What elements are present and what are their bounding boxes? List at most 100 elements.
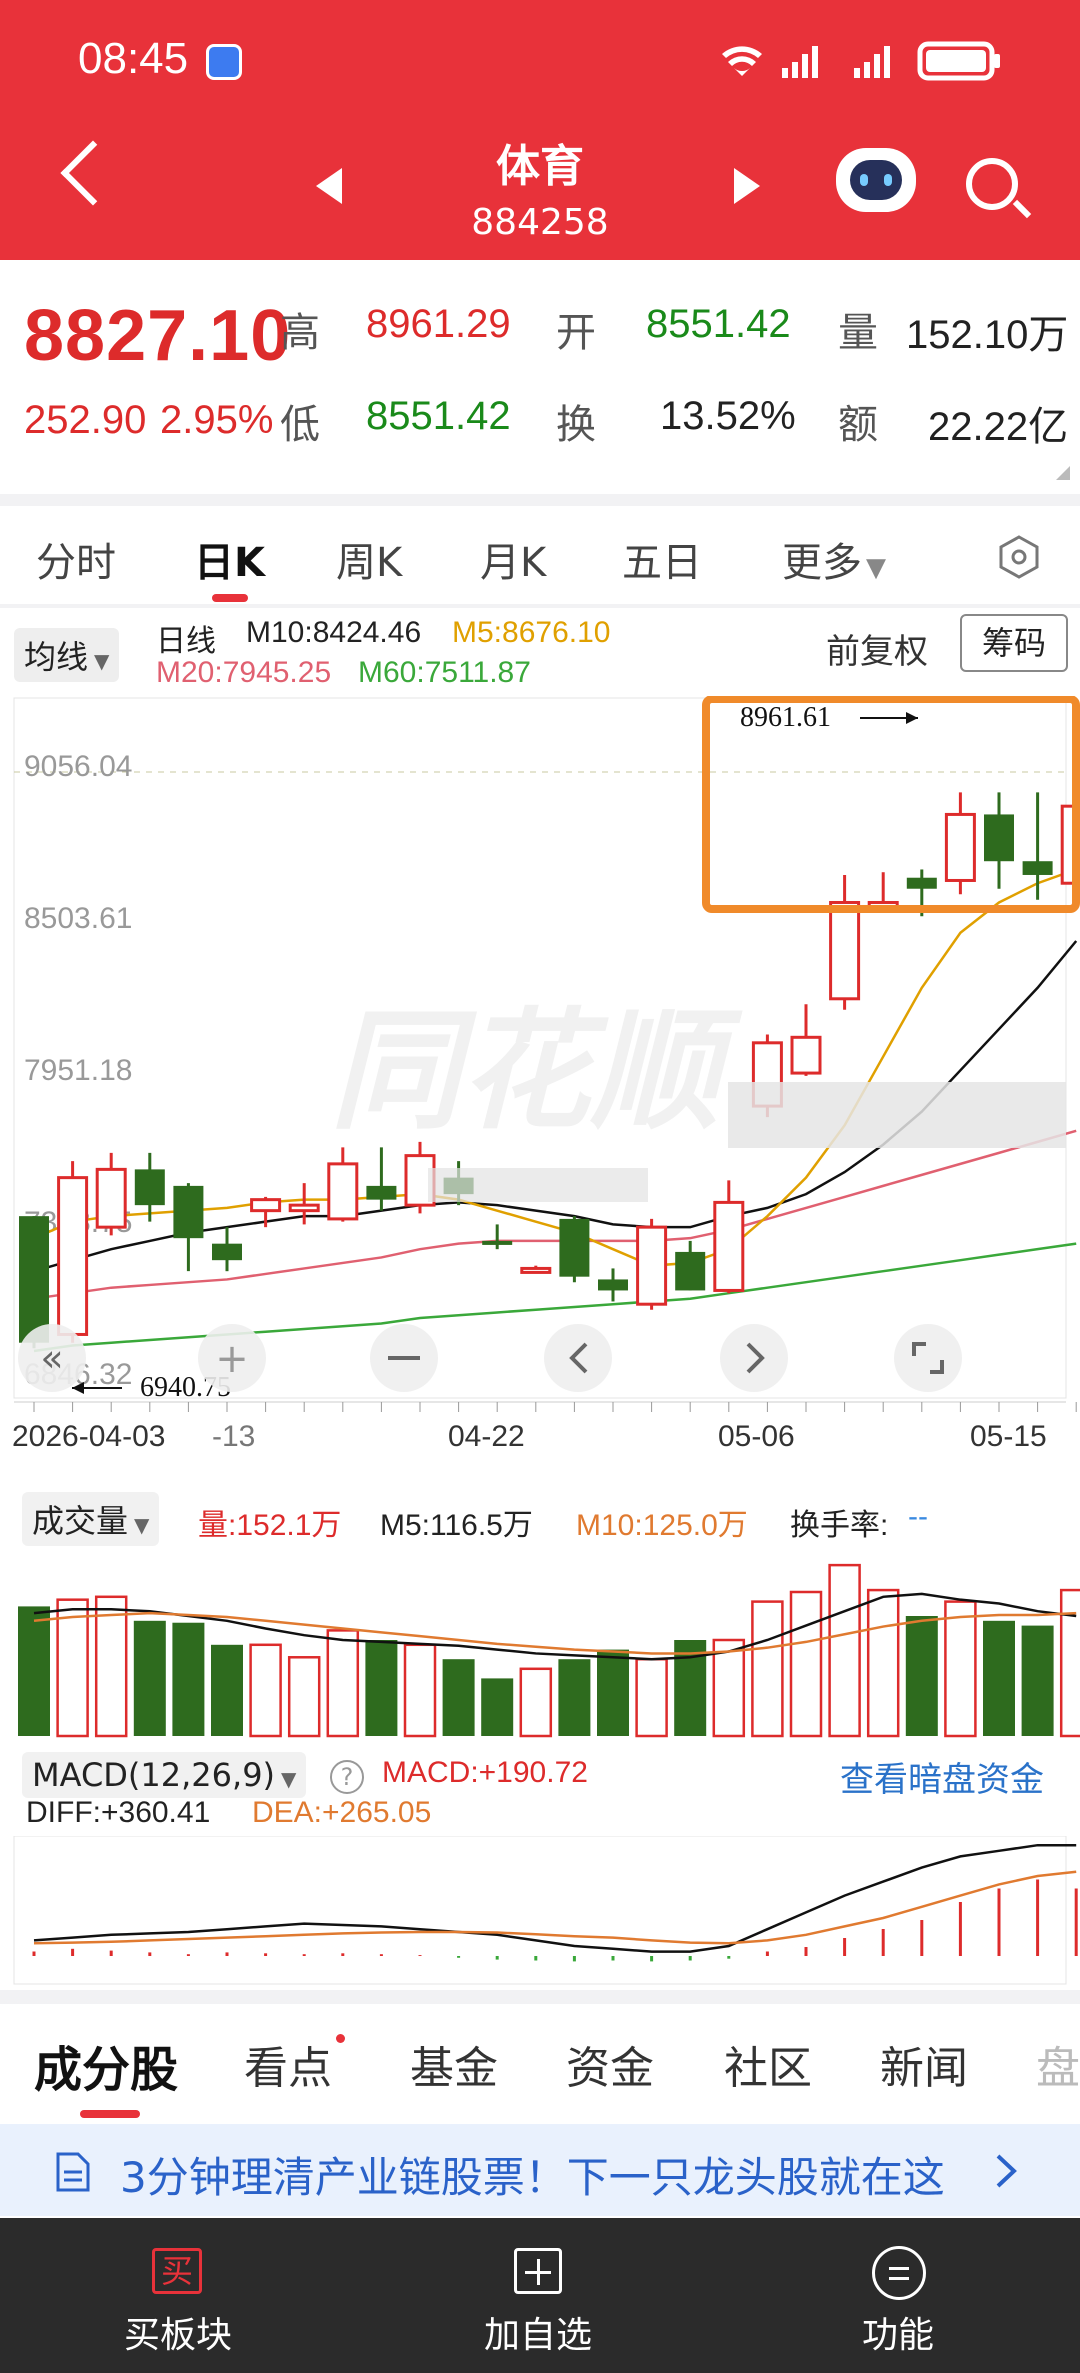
volume-today: 量:152.1万 <box>198 1509 342 1542</box>
low-label: 低 <box>280 402 320 448</box>
y-axis-label: 8503.61 <box>24 902 132 935</box>
watermark: 同花顺 <box>330 995 743 1147</box>
search-icon[interactable] <box>966 158 1018 210</box>
candle-body <box>713 1200 745 1292</box>
macd-chart[interactable] <box>0 1836 1080 1986</box>
volume-bar <box>442 1659 475 1736</box>
candle-body <box>520 1266 552 1274</box>
volume-select-label: 成交量 <box>32 1502 129 1540</box>
volume-bar <box>944 1600 977 1738</box>
volume-label: 量 <box>838 310 878 356</box>
candle-body <box>95 1167 127 1229</box>
candle-body <box>482 1240 513 1245</box>
candle-body <box>984 814 1014 862</box>
candle-body <box>829 900 861 1001</box>
high-label: 高 <box>280 310 320 356</box>
tab-capital[interactable]: 资金 <box>566 2032 654 2096</box>
volume-bar <box>712 1638 746 1738</box>
current-price: 8827.10 <box>24 296 292 376</box>
status-icons <box>722 41 1000 81</box>
chevron-right-icon <box>996 2154 1017 2188</box>
volume-bar <box>249 1643 282 1738</box>
add-watchlist-button[interactable]: 加自选 <box>484 2306 592 2358</box>
volume-bar <box>56 1598 89 1738</box>
chevron-down-icon: ▼ <box>134 1513 150 1537</box>
volume-bar <box>983 1620 1015 1736</box>
chevron-down-icon: ▼ <box>866 553 886 583</box>
candle-body <box>327 1162 359 1221</box>
expand-corner-icon[interactable] <box>1056 466 1070 480</box>
volume-bar <box>326 1629 360 1738</box>
candle-body <box>250 1198 282 1213</box>
dea-value: DEA:+265.05 <box>252 1796 432 1829</box>
scroll-left-button <box>544 1324 612 1392</box>
active-tab-indicator <box>212 594 248 602</box>
macd-value: MACD:+190.72 <box>382 1756 588 1789</box>
candle-body <box>598 1279 628 1291</box>
candle-body <box>906 877 937 889</box>
svg-text:«: « <box>40 1336 63 1380</box>
ma-select[interactable]: 均线 ▼ <box>14 628 120 682</box>
document-icon <box>56 2152 90 2192</box>
adjust-mode[interactable]: 前复权 <box>826 624 928 673</box>
tab-components[interactable]: 成分股 <box>34 2030 178 2100</box>
volume-bar <box>519 1667 553 1738</box>
tab-intraday[interactable]: 分时 <box>36 530 116 588</box>
volume-bar <box>94 1595 128 1738</box>
candle-body <box>57 1176 89 1336</box>
volume-chart[interactable] <box>0 1540 1080 1740</box>
header-bar: 08:45 体育 884258 <box>0 0 1080 260</box>
banner-text: 3分钟理清产业链股票！下一只龙头股就在这 <box>120 2153 945 2202</box>
tab-monthly-k[interactable]: 月K <box>480 530 546 588</box>
status-time: 08:45 <box>78 34 189 83</box>
function-button[interactable]: 功能 <box>862 2306 934 2358</box>
volume-value: 152.10万 <box>906 313 1069 357</box>
dark-pool-link[interactable]: 查看暗盘资金 <box>840 1752 1044 1801</box>
buy-sector-button[interactable]: 买板块 <box>124 2306 232 2358</box>
volume-bar <box>481 1678 514 1736</box>
page-title: 体育 <box>496 141 584 192</box>
help-icon[interactable]: ? <box>330 1760 364 1794</box>
scroll-right-button <box>720 1324 788 1392</box>
chips-button[interactable]: 筹码 <box>960 614 1068 672</box>
tab-more-label: 更多 <box>782 540 862 586</box>
tab-highlights[interactable]: 看点 <box>244 2032 332 2096</box>
tab-funds[interactable]: 基金 <box>410 2032 498 2096</box>
candle-body <box>212 1243 242 1261</box>
promo-banner[interactable]: 3分钟理清产业链股票！下一只龙头股就在这 <box>0 2124 1080 2216</box>
add-icon <box>514 2248 562 2294</box>
settings-hex-icon[interactable] <box>996 534 1042 580</box>
volume-bar <box>172 1622 205 1736</box>
volume-bar <box>597 1649 629 1736</box>
tab-more-partial[interactable]: 盘 <box>1036 2032 1080 2096</box>
high-marker: 8961.61 <box>740 702 831 733</box>
change-value: 252.90 <box>24 398 147 442</box>
tab-more[interactable]: 更多 ▼ <box>782 530 886 588</box>
tab-news[interactable]: 新闻 <box>880 2032 968 2096</box>
candle-body <box>944 812 976 882</box>
divider <box>0 494 1080 506</box>
volume-bar <box>365 1640 398 1736</box>
ma5-value: M5:8676.10 <box>452 616 611 649</box>
candle-body <box>288 1203 320 1213</box>
tab-daily-k[interactable]: 日K <box>194 530 265 588</box>
bottom-nav: 买 买板块 加自选 功能 <box>0 2218 1080 2373</box>
candle-body <box>19 1216 49 1343</box>
macd-select-label: MACD(12,26,9) <box>32 1756 276 1794</box>
candle-body <box>1022 861 1053 875</box>
next-sector-button[interactable] <box>734 168 760 204</box>
divider <box>0 604 1080 608</box>
fullscreen-button <box>894 1324 962 1392</box>
kline-chart[interactable]: 同花顺 9056.048503.617951.187398.756846.32 … <box>0 696 1080 1456</box>
amount-value: 22.22亿 <box>928 405 1069 449</box>
volume-select[interactable]: 成交量 ▼ <box>22 1492 160 1546</box>
tab-community[interactable]: 社区 <box>724 2032 812 2096</box>
turnover-rate-value: -- <box>908 1500 928 1533</box>
volume-bar <box>133 1620 166 1736</box>
svg-text:+: + <box>215 1336 249 1382</box>
tab-five-day[interactable]: 五日 <box>622 530 702 588</box>
robot-assistant-icon[interactable] <box>836 148 916 212</box>
macd-select[interactable]: MACD(12,26,9) ▼ <box>22 1752 307 1798</box>
turnover-value: 13.52% <box>660 394 796 438</box>
tab-weekly-k[interactable]: 周K <box>336 530 402 588</box>
